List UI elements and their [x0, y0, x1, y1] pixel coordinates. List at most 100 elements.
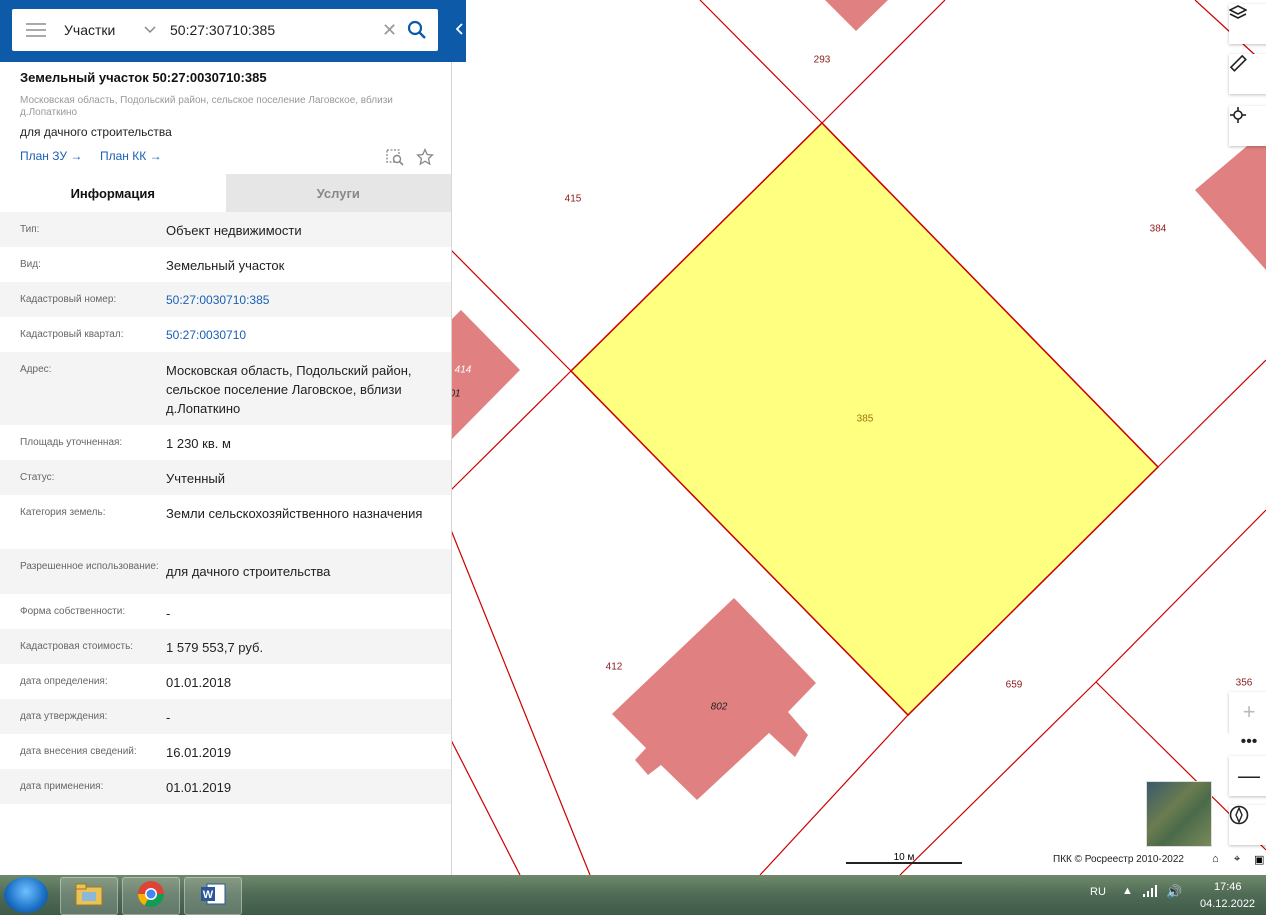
search-box: Участки ✕	[12, 9, 438, 51]
clock-date[interactable]: 04.12.2022	[1200, 898, 1255, 910]
row-label: Кадастровая стоимость:	[20, 641, 134, 652]
more-icon: •••	[1240, 733, 1258, 750]
compass-button[interactable]	[1229, 805, 1266, 845]
parcel-label-659: 659	[1005, 679, 1023, 691]
collapse-panel-button[interactable]	[451, 9, 466, 51]
clock-time[interactable]: 17:46	[1214, 881, 1242, 893]
search-type-select[interactable]: Участки	[64, 22, 144, 38]
row-label: Адрес:	[20, 364, 52, 375]
parcel-label-412: 412	[605, 661, 623, 673]
folder-icon	[74, 881, 104, 912]
chevron-down-icon[interactable]	[144, 23, 156, 37]
volume-icon[interactable]: 🔊	[1166, 884, 1182, 900]
star-icon[interactable]	[415, 147, 435, 171]
row-value: Учтенный	[166, 471, 226, 486]
signal-icon[interactable]	[1143, 885, 1157, 900]
info-table: Тип: Объект недвижимости Вид: Земельный …	[0, 212, 451, 804]
info-row: Кадастровый номер: 50:27:0030710:385	[0, 282, 451, 317]
info-row: Форма собственности: -	[0, 594, 451, 629]
taskbar-explorer-button[interactable]	[60, 877, 118, 915]
parcel-label-385: 385	[856, 413, 874, 425]
info-row: Категория земель: Земли сельскохозяйстве…	[0, 495, 451, 549]
building-802[interactable]	[612, 598, 816, 800]
row-value: -	[166, 710, 171, 725]
tab-services[interactable]: Услуги	[225, 174, 451, 212]
zoom-out-button[interactable]: —	[1229, 756, 1266, 796]
building-293[interactable]	[825, 0, 888, 31]
info-row: дата утверждения: -	[0, 699, 451, 734]
search-icon[interactable]	[407, 20, 427, 40]
building-384[interactable]	[1195, 130, 1266, 270]
object-address: Московская область, Подольский район, се…	[20, 95, 393, 118]
plan-kk-link[interactable]: План КК →	[100, 149, 162, 163]
row-label: Кадастровый номер:	[20, 294, 117, 305]
info-row: Разрешенное использование: для дачного с…	[0, 549, 451, 594]
plus-icon: +	[1242, 699, 1256, 724]
clear-icon[interactable]: ✕	[382, 20, 397, 41]
more-zoom-button[interactable]: •••	[1229, 724, 1266, 760]
row-label: Тип:	[20, 224, 40, 235]
zoom-to-object-icon[interactable]	[386, 148, 404, 171]
building-label-414: 414	[454, 364, 472, 376]
language-indicator[interactable]: RU	[1090, 886, 1106, 898]
row-label: Кадастровый квартал:	[20, 329, 124, 340]
row-label: Вид:	[20, 259, 41, 270]
parcel-label-384: 384	[1149, 223, 1167, 235]
info-row: Тип: Объект недвижимости	[0, 212, 451, 247]
parcel-label-293: 293	[813, 54, 831, 66]
fullscreen-icon[interactable]: ▣	[1254, 853, 1264, 866]
ruler-button[interactable]	[1229, 54, 1266, 94]
object-title: Земельный участок 50:27:0030710:385	[20, 70, 267, 85]
svg-text:W: W	[203, 889, 214, 901]
cadastral-number-link[interactable]: 50:27:0030710:385	[166, 282, 441, 317]
row-value: Московская область, Подольский район, се…	[166, 363, 412, 416]
info-panel: Земельный участок 50:27:0030710:385 Моск…	[0, 0, 452, 875]
info-row: дата применения: 01.01.2019	[0, 769, 451, 804]
plan-zu-link[interactable]: План ЗУ →	[20, 149, 82, 163]
hamburger-menu-icon[interactable]	[26, 23, 46, 37]
row-value: Объект недвижимости	[166, 223, 302, 238]
scale-bar: 10 м	[846, 852, 962, 864]
building-label-802: 802	[710, 701, 728, 713]
info-row: Статус: Учтенный	[0, 460, 451, 495]
info-row: Кадастровый квартал: 50:27:0030710	[0, 317, 451, 352]
taskbar-word-button[interactable]: W	[184, 877, 242, 915]
word-icon: W	[199, 881, 227, 912]
row-label: дата применения:	[20, 781, 104, 792]
search-bar: Участки ✕	[0, 0, 466, 62]
row-value: 01.01.2018	[166, 675, 232, 690]
locate-button[interactable]	[1229, 106, 1266, 146]
info-row: дата определения: 01.01.2018	[0, 664, 451, 699]
row-label: Площадь уточненная:	[20, 437, 123, 448]
row-value: Земельный участок	[166, 258, 285, 273]
home-icon[interactable]: ⌂	[1212, 853, 1219, 865]
row-label: Форма собственности:	[20, 606, 126, 617]
map-attribution: ПКК © Росреестр 2010-2022	[1053, 854, 1184, 865]
row-value: -	[166, 606, 171, 621]
chevron-left-icon	[455, 22, 463, 38]
cadastral-quarter-link[interactable]: 50:27:0030710	[166, 317, 441, 352]
info-row: Кадастровая стоимость: 1 579 553,7 руб.	[0, 629, 451, 664]
row-label: Статус:	[20, 472, 55, 483]
info-row: Адрес: Московская область, Подольский ра…	[0, 352, 451, 425]
taskbar-chrome-button[interactable]	[122, 877, 180, 915]
row-value: Земли сельскохозяйственного назначения	[166, 506, 423, 521]
row-label: Категория земель:	[20, 507, 106, 518]
scale-label: 10 м	[893, 852, 915, 863]
layers-button[interactable]	[1229, 4, 1266, 44]
search-input[interactable]	[170, 22, 370, 38]
row-label: Разрешенное использование:	[20, 561, 159, 572]
row-value: 16.01.2019	[166, 745, 232, 760]
tray-expand-icon[interactable]: ▲	[1122, 885, 1133, 897]
tab-info[interactable]: Информация	[0, 174, 226, 212]
minimap-thumbnail[interactable]	[1146, 781, 1212, 847]
row-label: дата утверждения:	[20, 711, 108, 722]
start-button[interactable]	[4, 877, 48, 913]
row-label: дата определения:	[20, 676, 108, 687]
row-label: дата внесения сведений:	[20, 746, 137, 757]
locate-small-icon[interactable]: ⌖	[1234, 853, 1240, 866]
info-row: дата внесения сведений: 16.01.2019	[0, 734, 451, 769]
windows-taskbar: W RU ▲ 🔊 17:46 04.12.2022	[0, 875, 1266, 915]
row-value: 1 579 553,7 руб.	[166, 640, 264, 655]
parcel-label-356: 356	[1235, 677, 1253, 689]
